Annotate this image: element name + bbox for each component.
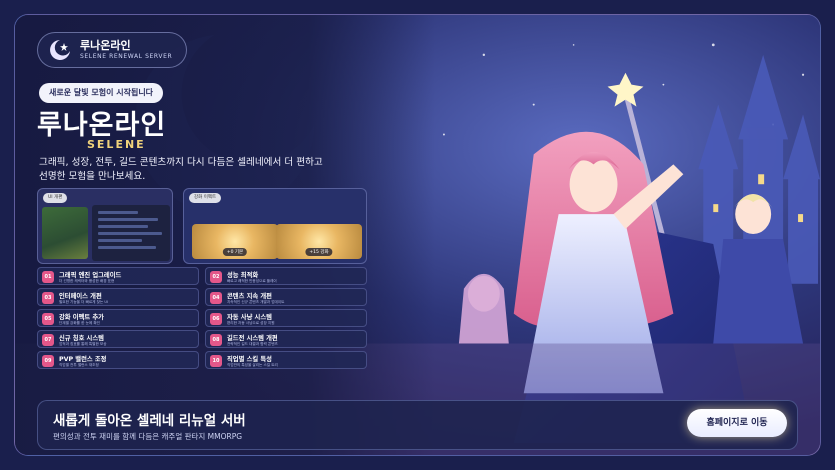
announcement-badge: 새로운 달빛 모험이 시작됩니다 <box>39 83 164 103</box>
enhance-before-label: +0 기본 <box>222 248 248 256</box>
feature-subtitle: 빠르고 쾌적한 반응성으로 플레이 <box>227 278 277 283</box>
hero-title: 루나온라인 <box>37 110 167 141</box>
feature-subtitle: 직업별 전투 밸런스 재조정 <box>59 362 99 367</box>
feature-subtitle: 단계별 강화를 한 눈에 확인 <box>59 320 100 325</box>
bottom-banner: 새롭게 돌아온 셀레네 리뉴얼 서버 편의성과 전투 재미를 함께 다듬은 캐주… <box>37 400 798 450</box>
feature-number: 06 <box>210 313 222 325</box>
banner-title: 새롭게 돌아온 셀레네 리뉴얼 서버 <box>53 413 246 429</box>
feature-item: 07 신규 칭호 시스템 업적과 칭호를 통해 특별한 보상 <box>37 330 199 348</box>
game-scene-thumbnail <box>42 207 88 259</box>
feature-item: 08 길드전 시스템 개편 전략적인 길드 대결과 협력 콘텐츠 <box>205 330 367 348</box>
logo-name: 루나온라인 <box>80 39 131 52</box>
feature-number: 07 <box>42 334 54 346</box>
feature-item: 03 인터페이스 개편 필요한 기능을 더 빠르게 찾는 UI <box>37 288 199 306</box>
feature-item: 10 직업별 스킬 특성 직업만의 특성을 살리는 스킬 트리 <box>205 351 367 369</box>
hero-description: 그래픽, 성장, 전투, 길드 콘텐츠까지 다시 다듬은 셀레네에서 더 편하고… <box>39 157 323 182</box>
homepage-button[interactable]: 홈페이지로 이동 <box>687 409 787 437</box>
feature-number: 01 <box>42 271 54 283</box>
feature-number: 03 <box>42 292 54 304</box>
enhance-before-thumbnail: +0 기본 <box>192 224 278 259</box>
feature-item: 09 PVP 밸런스 조정 직업별 전투 밸런스 재조정 <box>37 351 199 369</box>
logo[interactable]: 루나온라인 SELENE RENEWAL SERVER <box>37 32 187 68</box>
feature-subtitle: 직업만의 특성을 살리는 스킬 트리 <box>227 362 278 367</box>
enhance-preview-screenshot: 강화 이펙트 +0 기본 +15 강화 <box>183 188 367 264</box>
feature-item: 06 자동 사냥 시스템 편리한 자동 사냥으로 성장 지원 <box>205 309 367 327</box>
hero-subtitle: SELENE <box>87 138 146 151</box>
feature-number: 09 <box>42 355 54 367</box>
promo-banner: 루나온라인 SELENE RENEWAL SERVER 새로운 달빛 모험이 시… <box>14 14 821 456</box>
enhance-preview-tag: 강화 이펙트 <box>189 193 222 203</box>
banner-subtitle: 편의성과 전투 재미를 함께 다듬은 캐주얼 판타지 MMORPG <box>53 432 243 441</box>
feature-item: 02 성능 최적화 빠르고 쾌적한 반응성으로 플레이 <box>205 267 367 285</box>
feature-item: 01 그래픽 엔진 업그레이드 더 선명한 캐릭터와 풍성한 배경 표현 <box>37 267 199 285</box>
feature-subtitle: 더 선명한 캐릭터와 풍성한 배경 표현 <box>59 278 115 283</box>
feature-subtitle: 필요한 기능을 더 빠르게 찾는 UI <box>59 299 109 304</box>
moon-logo-icon <box>50 40 70 60</box>
feature-item: 05 강화 이펙트 추가 단계별 강화를 한 눈에 확인 <box>37 309 199 327</box>
feature-subtitle: 지속적인 신규 콘텐츠 개발과 업데이트 <box>227 299 285 304</box>
ui-preview-tag: UI 개편 <box>43 193 68 203</box>
feature-number: 08 <box>210 334 222 346</box>
enhance-after-thumbnail: +15 강화 <box>276 224 362 259</box>
feature-number: 02 <box>210 271 222 283</box>
ui-preview-screenshot: UI 개편 <box>37 188 173 264</box>
feature-item: 04 콘텐츠 지속 개편 지속적인 신규 콘텐츠 개발과 업데이트 <box>205 288 367 306</box>
ui-panel-thumbnail <box>92 205 170 261</box>
feature-subtitle: 편리한 자동 사냥으로 성장 지원 <box>227 320 275 325</box>
feature-subtitle: 전략적인 길드 대결과 협력 콘텐츠 <box>227 341 278 346</box>
feature-number: 10 <box>210 355 222 367</box>
feature-number: 04 <box>210 292 222 304</box>
logo-tagline: SELENE RENEWAL SERVER <box>80 53 173 60</box>
feature-subtitle: 업적과 칭호를 통해 특별한 보상 <box>59 341 107 346</box>
enhance-after-label: +15 강화 <box>305 248 333 256</box>
feature-number: 05 <box>42 313 54 325</box>
